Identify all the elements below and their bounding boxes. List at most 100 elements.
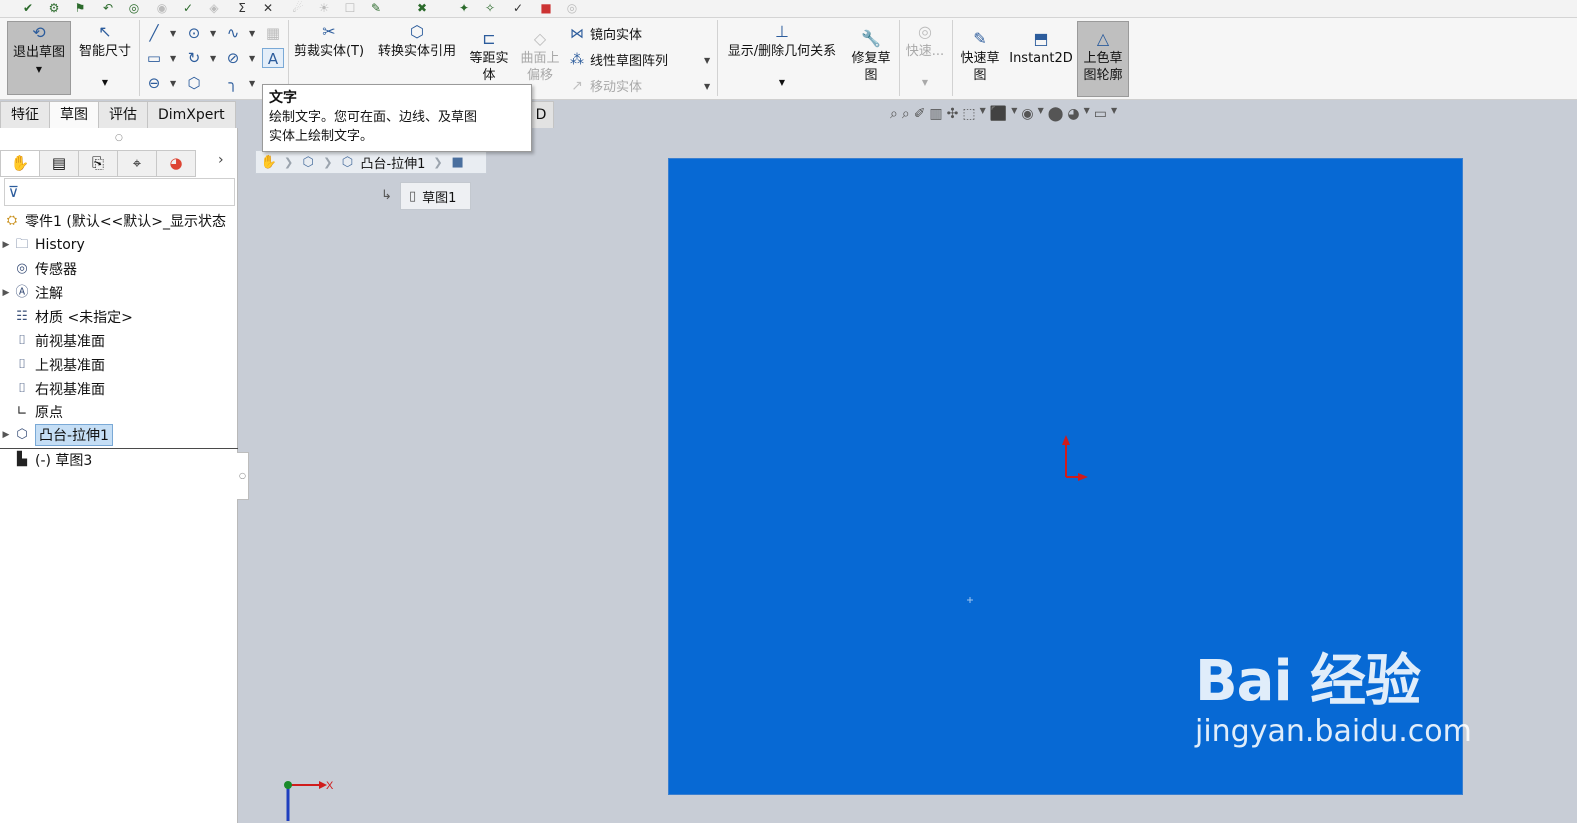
chevron-down-icon[interactable]: ▼ [1084,106,1090,128]
close-sketch-icon[interactable]: ✖ [414,1,430,15]
chevron-down-icon[interactable]: ▼ [170,79,176,88]
feature-manager-tab[interactable]: ✋ [0,150,40,177]
options-icon[interactable]: ⚑ [72,1,88,15]
tree-item-material[interactable]: ☷ 材质 <未指定> [0,306,133,328]
trim-entities-button[interactable]: ✂ 剪裁实体(T) [292,21,366,60]
section-view-icon[interactable]: ▥ [929,106,942,128]
view-settings-icon[interactable]: ▭ [1094,106,1107,128]
tree-root-part[interactable]: ⛭ 零件1 (默认<<默认>_显示状态 [2,210,226,232]
circle-icon[interactable]: ⊙ [183,23,205,43]
tool-icon[interactable]: ✧ [482,1,498,15]
text-tool-icon[interactable]: A [262,48,284,68]
check-icon[interactable]: ✓ [180,1,196,15]
sum-icon[interactable]: Σ [234,1,250,15]
tab-evaluate[interactable]: 评估 [98,101,148,128]
rebuild-icon[interactable]: ⚙ [46,1,62,15]
face-icon[interactable]: ■ [445,155,471,170]
tool-icon[interactable]: ✦ [456,1,472,15]
check-circle-icon[interactable]: ✓ [510,1,526,15]
linear-pattern-button[interactable]: ⁂ 线性草图阵列 [568,50,668,70]
rectangle-icon[interactable]: ▭ [143,48,165,68]
panel-collapse-handle[interactable]: ○ [237,452,249,500]
tool-icon[interactable]: ✎ [368,1,384,15]
ellipse-icon[interactable]: ⊘ [222,48,244,68]
fillet-icon[interactable]: ╮ [222,73,244,93]
hide-show-icon[interactable]: ◉ [1021,106,1033,128]
chevron-down-icon[interactable]: ▼ [1011,106,1017,128]
tool-icon[interactable]: ■ [538,1,554,15]
tab-features[interactable]: 特征 [0,101,50,128]
view-orientation-icon[interactable]: ⬚ [962,106,975,128]
undo-icon[interactable]: ↶ [100,1,116,15]
measure-icon[interactable]: ◎ [126,1,142,15]
tree-item-origin[interactable]: ∟ 原点 [0,401,63,423]
tab-dimxpert[interactable]: DimXpert [147,101,236,128]
chevron-down-icon[interactable]: ▼ [249,79,255,88]
configuration-manager-tab[interactable]: ⎘ [78,150,118,177]
display-manager-tab[interactable]: ◕ [156,150,196,177]
panel-grip[interactable]: ○ [115,133,123,143]
tree-item-boss-extrude[interactable]: ▶ ⬡ 凸台-拉伸1 [0,424,113,446]
tree-item-right-plane[interactable]: ⌷ 右视基准面 [0,378,105,400]
instant2d-button[interactable]: ⬒ Instant2D [1008,28,1074,67]
tree-item-top-plane[interactable]: ⌷ 上视基准面 [0,354,105,376]
slot-icon[interactable]: ⊖ [143,73,165,93]
tree-item-history[interactable]: ▶ 🗀 History [0,234,85,256]
spline-icon[interactable]: ∿ [222,23,244,43]
display-style-icon[interactable]: ⬛ [990,106,1007,128]
expand-icon[interactable]: ▶ [0,240,12,250]
tree-item-sketch3[interactable]: ▙ (-) 草图3 [0,449,92,471]
checkmark-icon[interactable]: ✔ [20,1,36,15]
breadcrumb-sketch[interactable]: ▯ 草图1 [400,182,471,210]
chevron-down-icon[interactable]: ▼ [210,29,216,38]
part-icon[interactable]: ✋ [256,155,282,170]
tree-item-label: 材质 <未指定> [35,310,133,326]
chevron-right-icon[interactable]: › [218,152,224,168]
chevron-down-icon[interactable]: ▼ [170,54,176,63]
polygon-icon[interactable]: ⬡ [183,73,205,93]
zoom-area-icon[interactable]: ⌕ [902,106,910,128]
arc-icon[interactable]: ↻ [183,48,205,68]
tooltip-line-1: 绘制文字。您可在面、边线、及草图 [269,110,478,125]
chevron-down-icon[interactable]: ▼ [210,54,216,63]
repair-sketch-button[interactable]: 🔧 修复草 图 [847,28,895,84]
shaded-sketch-contours-button[interactable]: △ 上色草 图轮廓 [1077,21,1129,97]
body-icon[interactable]: ⬡ [295,155,321,170]
dynamic-annotation-icon[interactable]: ✣ [947,106,959,128]
tree-item-annotations[interactable]: ▶ Ⓐ 注解 [0,282,63,304]
tree-item-front-plane[interactable]: ⌷ 前视基准面 [0,330,105,352]
dimxpert-manager-tab[interactable]: ⌖ [117,150,157,177]
chevron-down-icon[interactable]: ▼ [980,106,986,128]
mirror-entities-button[interactable]: ⋈ 镜向实体 [568,24,642,44]
offset-entities-button[interactable]: ⊏ 等距实 体 [466,28,512,84]
previous-view-icon[interactable]: ✐ [914,106,926,128]
tree-filter-input[interactable]: ⊽ [4,178,235,206]
edit-appearance-icon[interactable]: ⬤ [1048,106,1064,128]
property-manager-tab[interactable]: ▤ [39,150,79,177]
feature-manager-icon: ✋ [10,154,30,172]
chevron-down-icon[interactable]: ▼ [249,29,255,38]
disabled-tool-icon: ◈ [209,1,219,15]
tree-item-sensors[interactable]: ◎ 传感器 [0,258,77,280]
display-relations-button[interactable]: ⊥ 显示/删除几何关系 ▼ [720,21,844,91]
chevron-down-icon[interactable]: ▼ [704,56,710,65]
rapid-sketch-button[interactable]: ✎ 快速草 图 [955,28,1005,84]
tab-sketch[interactable]: 草图 [49,101,99,128]
zoom-to-fit-icon[interactable]: ⌕ [890,106,898,128]
convert-entities-button[interactable]: ⬡ 转换实体引用 [372,21,462,60]
chevron-down-icon[interactable]: ▼ [249,54,255,63]
breadcrumb-feature[interactable]: 凸台-拉伸1 [360,153,425,172]
expand-icon[interactable]: ▶ [0,288,12,298]
scene-icon[interactable]: ◕ [1067,106,1079,128]
chevron-down-icon[interactable]: ▼ [170,29,176,38]
chevron-down-icon[interactable]: ▼ [1111,106,1117,128]
line-icon[interactable]: ╱ [143,23,165,43]
expand-icon[interactable]: ▶ [0,430,12,440]
chevron-down-icon[interactable]: ▼ [1038,106,1044,128]
repair-label-2: 图 [864,68,878,83]
smart-dimension-button[interactable]: ↖ 智能尺寸 ▼ [75,21,135,91]
chevron-down-icon[interactable]: ▼ [704,82,710,91]
exit-sketch-button[interactable]: ⟲ 退出草图 ▼ [7,21,71,95]
tool-icon[interactable]: ✕ [260,1,276,15]
tree-item-label: 传感器 [35,262,77,278]
